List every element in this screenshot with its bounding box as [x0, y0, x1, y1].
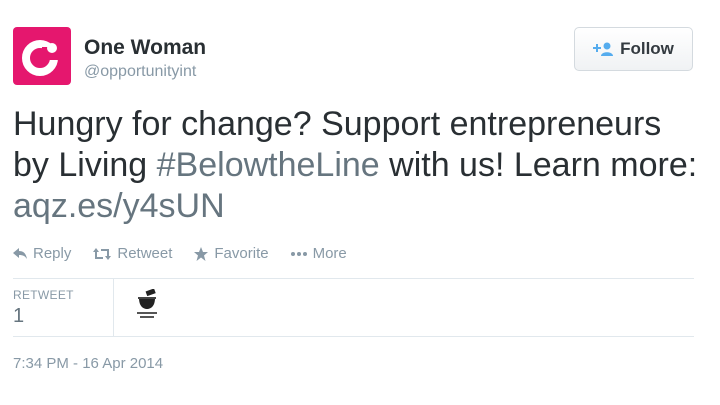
favorite-label: Favorite — [214, 245, 269, 262]
reply-icon — [13, 248, 27, 259]
tweet-timestamp[interactable]: 7:34 PM - 16 Apr 2014 — [13, 355, 163, 372]
more-dots-icon — [290, 251, 307, 256]
tweet-url-link[interactable]: aqz.es/y4sUN — [13, 187, 225, 225]
user-handle[interactable]: @opportunityint — [84, 63, 196, 81]
retweeter-avatar-image — [132, 288, 162, 321]
hashtag-link[interactable]: #BelowtheLine — [157, 146, 380, 184]
retweet-label: Retweet — [117, 245, 173, 262]
tweet-text: Hungry for change? Support entrepreneurs… — [13, 104, 703, 227]
tweet-text-part2: with us! Learn more: — [379, 146, 698, 184]
profile-avatar[interactable] — [13, 27, 71, 85]
more-label: More — [312, 245, 347, 262]
stats-vertical-divider — [113, 279, 114, 336]
follow-button-label: Follow — [620, 39, 674, 58]
user-display-name[interactable]: One Woman — [84, 36, 206, 60]
tweet-actions: Reply Retweet Favorite More — [13, 245, 347, 262]
retweet-stat-label: RETWEET — [13, 288, 74, 302]
stats-bottom-divider — [13, 336, 694, 337]
favorite-button[interactable]: Favorite — [194, 245, 269, 262]
retweet-stat-count[interactable]: 1 — [13, 305, 24, 328]
more-button[interactable]: More — [290, 245, 347, 262]
retweet-button[interactable]: Retweet — [93, 245, 172, 262]
brand-logo-icon — [22, 40, 58, 76]
follow-button[interactable]: Follow — [574, 27, 693, 71]
retweeter-avatar[interactable] — [132, 288, 162, 321]
stats-top-divider — [13, 278, 694, 279]
star-icon — [194, 246, 209, 261]
add-user-icon — [593, 42, 614, 56]
retweet-icon — [93, 247, 112, 260]
reply-label: Reply — [33, 245, 72, 262]
reply-button[interactable]: Reply — [13, 245, 71, 262]
